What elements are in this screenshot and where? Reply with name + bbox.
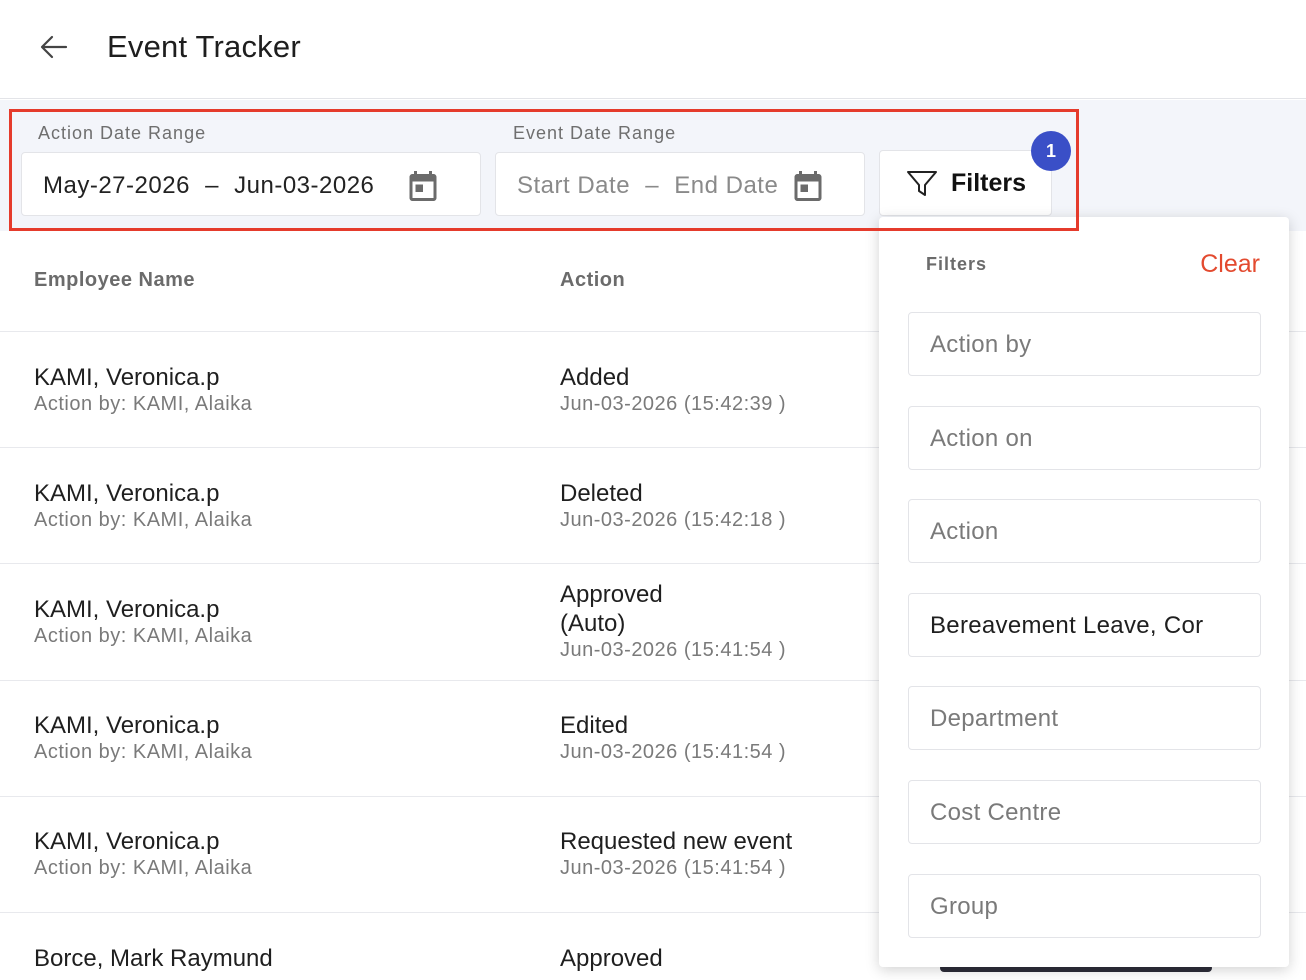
date-separator: – [205, 172, 219, 199]
action-type: Added [560, 364, 630, 391]
action-field[interactable]: Action [908, 499, 1261, 563]
action-type-detail: (Auto) [560, 610, 626, 637]
action-type: Requested new event [560, 828, 793, 855]
action-by: Action by: KAMI, Alaika [34, 625, 253, 647]
field-value: Bereavement Leave, Cor [930, 612, 1204, 639]
column-header-action[interactable]: Action [560, 269, 625, 292]
action-type: Deleted [560, 480, 643, 507]
employee-name: KAMI, Veronica.p [34, 828, 220, 855]
employee-name: Borce, Mark Raymund [34, 945, 273, 972]
action-timestamp: Jun-03-2026 (15:42:39 ) [560, 393, 787, 415]
action-timestamp: Jun-03-2026 (15:41:54 ) [560, 857, 787, 879]
column-header-employee-name[interactable]: Employee Name [34, 269, 195, 292]
filter-count-badge: 1 [1031, 131, 1071, 171]
calendar-icon[interactable] [790, 168, 826, 204]
field-placeholder: Action by [930, 331, 1032, 358]
action-date-end: Jun-03-2026 [234, 172, 375, 199]
action-by: Action by: KAMI, Alaika [34, 393, 253, 415]
filter-funnel-icon [907, 171, 937, 196]
arrow-left-icon [40, 35, 68, 59]
event-date-range-label: Event Date Range [513, 123, 677, 143]
action-timestamp: Jun-03-2026 (15:41:54 ) [560, 741, 787, 763]
action-by: Action by: KAMI, Alaika [34, 857, 253, 879]
field-placeholder: Action [930, 518, 999, 545]
filters-panel-title: Filters [926, 254, 988, 274]
action-date-range-input[interactable]: May-27-2026 – Jun-03-2026 [21, 152, 481, 216]
event-date-start-placeholder: Start Date [517, 172, 631, 199]
field-placeholder: Department [930, 705, 1059, 732]
action-timestamp: Jun-03-2026 (15:41:54 ) [560, 639, 787, 661]
date-separator: – [645, 172, 660, 199]
event-date-end-placeholder: End Date [674, 172, 779, 199]
employee-name: KAMI, Veronica.p [34, 712, 220, 739]
cost-centre-field[interactable]: Cost Centre [908, 780, 1261, 844]
action-timestamp: Jun-03-2026 (15:42:18 ) [560, 509, 787, 531]
department-field[interactable]: Department [908, 686, 1261, 750]
action-by: Action by: KAMI, Alaika [34, 509, 253, 531]
field-placeholder: Cost Centre [930, 799, 1062, 826]
event-date-range-input[interactable]: Start Date – End Date [495, 152, 865, 216]
filters-button[interactable]: Filters [879, 150, 1052, 216]
action-by-field[interactable]: Action by [908, 312, 1261, 376]
action-on-field[interactable]: Action on [908, 406, 1261, 470]
field-placeholder: Group [930, 893, 999, 920]
action-date-range-label: Action Date Range [38, 123, 207, 143]
group-field[interactable]: Group [908, 874, 1261, 938]
action-date-start: May-27-2026 [43, 172, 190, 199]
clear-filters-button[interactable]: Clear [1200, 250, 1260, 279]
event-type-field[interactable]: Bereavement Leave, Cor [908, 593, 1261, 657]
event-date-range-placeholder: Start Date – End Date [517, 172, 778, 200]
calendar-icon[interactable] [405, 168, 441, 204]
back-button[interactable] [36, 30, 72, 64]
page-title: Event Tracker [107, 29, 301, 64]
action-type: Edited [560, 712, 629, 739]
filters-button-label: Filters [951, 169, 1027, 197]
action-type: Approved [560, 581, 663, 608]
action-by: Action by: KAMI, Alaika [34, 741, 253, 763]
employee-name: KAMI, Veronica.p [34, 364, 220, 391]
employee-name: KAMI, Veronica.p [34, 480, 220, 507]
employee-name: KAMI, Veronica.p [34, 596, 220, 623]
field-placeholder: Action on [930, 425, 1033, 452]
action-date-range-value: May-27-2026 – Jun-03-2026 [43, 172, 374, 200]
app-header: Event Tracker [0, 0, 1306, 99]
action-type: Approved [560, 945, 663, 972]
filters-panel: Filters Clear Action by Action on Action… [879, 217, 1289, 967]
